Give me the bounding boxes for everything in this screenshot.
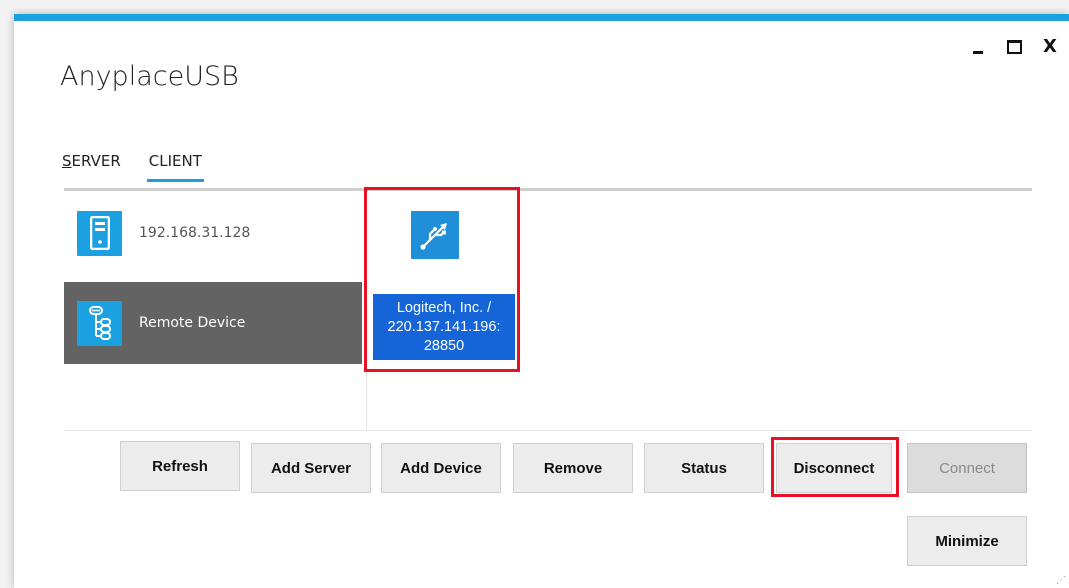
device-port: 28850	[423, 337, 465, 354]
toolbar-divider	[64, 430, 1032, 431]
tab-bar: SERVER CLIENT	[62, 152, 205, 182]
tab-rule	[64, 188, 1032, 191]
tab-client[interactable]: CLIENT	[146, 152, 205, 182]
tab-client-label: CLIENT	[148, 152, 202, 170]
minimize-icon	[973, 50, 983, 54]
device-address: 220.137.141.196:	[387, 318, 501, 335]
app-title: AnyplaceUSB	[60, 61, 239, 92]
add-server-button[interactable]: Add Server	[251, 443, 371, 493]
tree-item-remote-device[interactable]: Remote Device	[64, 282, 362, 364]
usb-icon	[411, 211, 459, 259]
device-tree-icon	[77, 300, 122, 346]
tree-item-label: Remote Device	[139, 315, 246, 331]
tab-server-access-key: S	[62, 152, 72, 170]
tree-item-label: 192.168.31.128	[139, 225, 251, 241]
maximize-window-button[interactable]	[1001, 35, 1027, 59]
tab-server-label: ERVER	[71, 152, 121, 170]
tab-server[interactable]: SERVER	[62, 152, 121, 182]
status-button[interactable]: Status	[644, 443, 764, 493]
close-window-button[interactable]: X	[1037, 35, 1063, 59]
maximize-icon	[1006, 40, 1022, 54]
minimize-window-button[interactable]	[965, 35, 991, 59]
tree-item-server[interactable]: 192.168.31.128	[64, 207, 362, 259]
device-tile[interactable]: Logitech, Inc. / 220.137.141.196: 28850	[373, 205, 515, 365]
server-tree: 192.168.31.128 Remote Device	[64, 193, 362, 430]
device-vendor: Logitech, Inc. /	[396, 299, 492, 316]
window-controls: X	[965, 35, 1063, 59]
device-label: Logitech, Inc. / 220.137.141.196: 28850	[373, 294, 515, 360]
refresh-button[interactable]: Refresh	[120, 441, 240, 491]
app-window: X AnyplaceUSB SERVER CLIENT 192.168.31.1…	[14, 14, 1069, 588]
server-tower-icon	[77, 210, 122, 256]
disconnect-button[interactable]: Disconnect	[776, 443, 892, 493]
minimize-button[interactable]: Minimize	[907, 516, 1027, 566]
add-device-button[interactable]: Add Device	[381, 443, 501, 493]
connect-button: Connect	[907, 443, 1027, 493]
remove-button[interactable]: Remove	[513, 443, 633, 493]
close-icon: X	[1043, 36, 1057, 57]
